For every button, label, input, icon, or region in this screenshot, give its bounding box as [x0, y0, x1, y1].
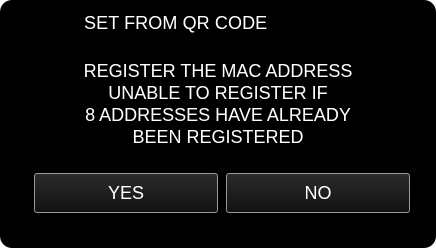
- no-button[interactable]: NO: [226, 173, 410, 213]
- yes-button[interactable]: YES: [34, 173, 218, 213]
- camera-dialog-screen: SET FROM QR CODE REGISTER THE MAC ADDRES…: [0, 0, 436, 248]
- message-line: UNABLE TO REGISTER IF: [108, 83, 328, 103]
- dialog-message: REGISTER THE MAC ADDRESS UNABLE TO REGIS…: [0, 60, 436, 148]
- message-line: 8 ADDRESSES HAVE ALREADY: [85, 105, 351, 125]
- message-line: REGISTER THE MAC ADDRESS: [83, 61, 353, 81]
- dialog-title: SET FROM QR CODE: [84, 13, 268, 33]
- message-line: BEEN REGISTERED: [132, 127, 304, 147]
